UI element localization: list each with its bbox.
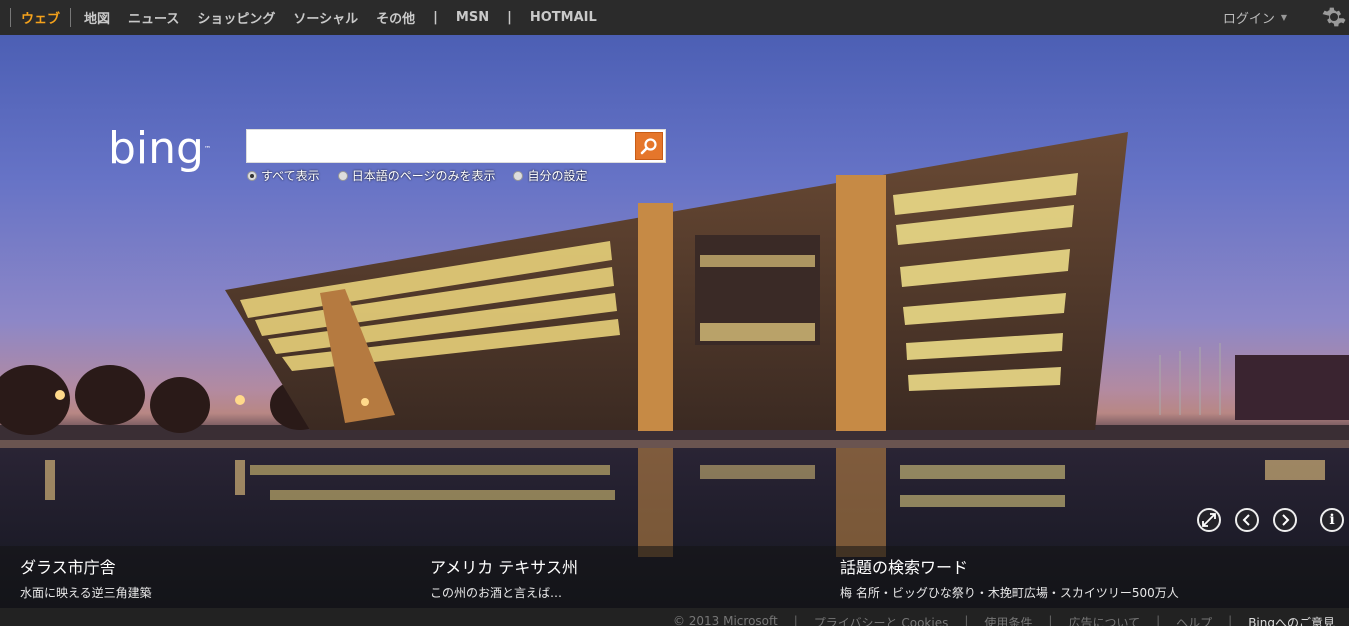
- search-scope-options: すべて表示 日本語のページのみを表示 自分の設定: [247, 167, 605, 184]
- footer-link-feedback[interactable]: Bingへのご意見: [1248, 614, 1335, 626]
- background-photo: [0, 35, 1349, 608]
- bing-logo[interactable]: bing™: [108, 127, 211, 171]
- footer-link-privacy[interactable]: プライバシーと Cookies: [814, 614, 949, 626]
- nav-more[interactable]: その他: [367, 8, 424, 27]
- nav-shopping[interactable]: ショッピング: [188, 8, 284, 27]
- radio-selected-icon: [247, 170, 257, 181]
- caption-subtitle: 水面に映える逆三角建築: [20, 586, 152, 600]
- footer-divider: |: [964, 614, 969, 626]
- caption-title: 話題の検索ワード: [840, 558, 969, 577]
- chevron-down-icon: ▼: [1280, 13, 1287, 22]
- footer-link-ads[interactable]: 広告について: [1068, 614, 1140, 626]
- footer-link-help[interactable]: ヘルプ: [1176, 614, 1212, 626]
- info-icon: i: [1329, 512, 1335, 528]
- caption-3[interactable]: 話題の検索ワード 梅 名所・ビッグひな祭り・木挽町広場・スカイツリー500万人: [840, 554, 1179, 601]
- caption-subtitle: この州のお酒と言えば…: [430, 586, 563, 600]
- scope-all-label: すべて表示: [261, 169, 320, 183]
- nav-hotmail[interactable]: HOTMAIL: [521, 10, 606, 25]
- chevron-left-icon: [1242, 514, 1250, 526]
- caption-title: アメリカ テキサス州: [430, 558, 578, 577]
- top-navigation-bar: ウェブ 地図 ニュース ショッピング ソーシャル その他 | MSN | HOT…: [0, 0, 1349, 35]
- caption-1[interactable]: ダラス市庁舎 水面に映える逆三角建築: [20, 554, 152, 601]
- gear-icon[interactable]: [1322, 5, 1346, 29]
- scope-custom-radio[interactable]: 自分の設定: [513, 167, 587, 184]
- nav-divider: |: [433, 10, 438, 25]
- nav-web[interactable]: ウェブ: [10, 8, 72, 27]
- search-box: [246, 129, 666, 163]
- image-info-button[interactable]: i: [1320, 508, 1344, 532]
- nav-social[interactable]: ソーシャル: [284, 8, 367, 27]
- footer-links: © 2013 Microsoft | プライバシーと Cookies | 使用条…: [673, 614, 1335, 626]
- next-image-button[interactable]: [1273, 508, 1297, 532]
- scope-all-radio[interactable]: すべて表示: [247, 167, 320, 184]
- caption-title: ダラス市庁舎: [20, 558, 116, 577]
- fullscreen-button[interactable]: [1197, 508, 1221, 532]
- footer: © 2013 Microsoft | プライバシーと Cookies | 使用条…: [0, 608, 1349, 626]
- footer-link-terms[interactable]: 使用条件: [984, 614, 1032, 626]
- footer-divider: |: [1156, 614, 1161, 626]
- hotspot-captions: ダラス市庁舎 水面に映える逆三角建築 アメリカ テキサス州 この州のお酒と言えば…: [0, 546, 1349, 608]
- footer-divider: |: [1048, 614, 1053, 626]
- caption-subtitle: 梅 名所・ビッグひな祭り・木挽町広場・スカイツリー500万人: [840, 586, 1179, 600]
- nav-links: ウェブ 地図 ニュース ショッピング ソーシャル その他 | MSN | HOT…: [10, 0, 606, 35]
- copyright: © 2013 Microsoft: [672, 614, 778, 626]
- city-hall-photo: [0, 132, 1349, 608]
- footer-divider: |: [793, 614, 798, 626]
- previous-image-button[interactable]: [1235, 508, 1259, 532]
- search-input[interactable]: [251, 134, 633, 160]
- scope-japanese-label: 日本語のページのみを表示: [351, 169, 496, 183]
- chevron-right-icon: [1282, 514, 1290, 526]
- search-button[interactable]: [635, 132, 663, 160]
- scope-japanese-radio[interactable]: 日本語のページのみを表示: [337, 167, 496, 184]
- trademark-mark: ™: [203, 145, 211, 153]
- nav-news[interactable]: ニュース: [119, 8, 188, 27]
- logo-text: bing: [108, 123, 204, 174]
- login-menu[interactable]: ログイン ▼: [1223, 0, 1287, 35]
- search-icon: [640, 138, 657, 155]
- nav-divider: |: [507, 10, 512, 25]
- caption-2[interactable]: アメリカ テキサス州 この州のお酒と言えば…: [430, 554, 578, 601]
- scope-custom-label: 自分の設定: [527, 169, 588, 183]
- nav-msn[interactable]: MSN: [447, 10, 498, 25]
- radio-icon: [513, 170, 524, 181]
- footer-divider: |: [1228, 614, 1233, 626]
- nav-maps[interactable]: 地図: [75, 8, 119, 27]
- radio-icon: [337, 170, 348, 181]
- expand-icon: [1202, 513, 1216, 527]
- login-label: ログイン: [1222, 12, 1275, 27]
